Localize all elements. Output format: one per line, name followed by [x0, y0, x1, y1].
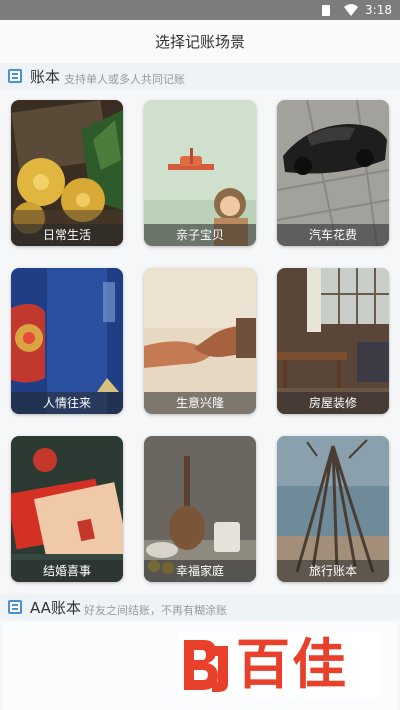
scene-card-car[interactable]: 汽车花费 [277, 100, 389, 246]
wifi-icon [344, 4, 358, 16]
watermark-logo: 百佳 [178, 632, 378, 698]
status-bar: 3:18 [0, 0, 400, 20]
status-time: 3:18 [365, 3, 392, 17]
scene-card-family[interactable]: 幸福家庭 [144, 436, 256, 582]
section-books-header: 账本 支持单人或多人共同记账 [0, 63, 400, 89]
scene-card-home-decor[interactable]: 房屋装修 [277, 268, 389, 414]
scene-label: 幸福家庭 [144, 560, 256, 582]
page-title: 选择记账场景 [0, 20, 400, 65]
scene-card-relationships[interactable]: 人情往来 [11, 268, 123, 414]
scene-label: 生意兴隆 [144, 392, 256, 414]
scene-label: 汽车花费 [277, 224, 389, 246]
scene-label: 旅行账本 [277, 560, 389, 582]
scene-label: 亲子宝贝 [144, 224, 256, 246]
scene-card-baby[interactable]: 亲子宝贝 [144, 100, 256, 246]
scene-card-business[interactable]: 生意兴隆 [144, 268, 256, 414]
section-books-title: 账本 [30, 68, 61, 86]
book-icon [8, 69, 22, 83]
section-aa-subtitle: 好友之间结账，不再有糊涂账 [84, 604, 227, 617]
section-aa-header: AA账本 好友之间结账，不再有糊涂账 [0, 594, 400, 620]
book-icon [8, 600, 22, 614]
scene-label: 日常生活 [11, 224, 123, 246]
scene-label: 人情往来 [11, 392, 123, 414]
scene-label: 结婚喜事 [11, 560, 123, 582]
watermark-text: 百佳 [236, 633, 348, 696]
battery-icon [322, 5, 330, 16]
scene-card-wedding[interactable]: 结婚喜事 [11, 436, 123, 582]
scene-label: 房屋装修 [277, 392, 389, 414]
scene-card-travel[interactable]: 旅行账本 [277, 436, 389, 582]
section-books-subtitle: 支持单人或多人共同记账 [64, 73, 185, 86]
scene-card-daily-life[interactable]: 日常生活 [11, 100, 123, 246]
section-aa-title: AA账本 [30, 599, 81, 617]
